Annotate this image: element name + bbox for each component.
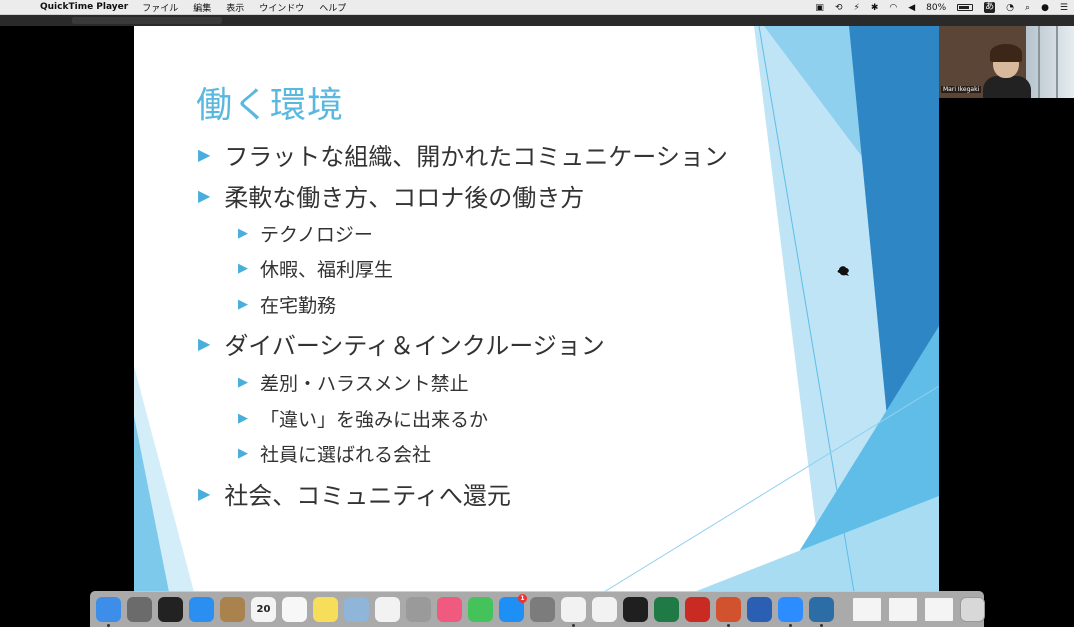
participant-video[interactable]: Mari Ikegaki (939, 26, 1074, 98)
dock: 20 1 (90, 591, 985, 627)
recent-window-1[interactable] (852, 596, 882, 622)
mission-control-icon[interactable] (158, 596, 183, 622)
bullet-triangle-icon: ▶ (238, 297, 248, 312)
calendar-date: 20 (256, 603, 271, 615)
power-icon[interactable]: ⚡ (853, 3, 859, 13)
photos-icon[interactable] (375, 596, 400, 622)
bullet-triangle-icon: ▶ (198, 186, 211, 205)
bullet-text: 在宅勤務 (260, 295, 337, 317)
sub-bullet-item: ▶ テクノロジー (238, 220, 373, 247)
bullet-text: 「違い」を強みに出来るか (260, 409, 489, 431)
finder-icon[interactable] (96, 596, 121, 627)
bluetooth-icon[interactable]: ✱ (871, 3, 879, 13)
word-icon[interactable] (747, 596, 772, 622)
background-window (1026, 26, 1074, 98)
bullet-item: ▶ フラットな組織、開かれたコミュニケーション (198, 137, 728, 172)
screenshot-icon[interactable] (406, 596, 431, 622)
running-indicator (572, 623, 575, 627)
volume-icon[interactable]: ◀ (908, 3, 915, 13)
menu-edit[interactable]: 編集 (193, 1, 211, 14)
sub-bullet-item: ▶ 社員に選ばれる会社 (238, 440, 431, 467)
sub-bullet-item: ▶ 休暇、福利厚生 (238, 255, 393, 282)
quicktime-icon[interactable] (809, 596, 834, 627)
preview-icon[interactable] (344, 596, 369, 622)
notification-center-icon[interactable]: ☰ (1060, 3, 1068, 13)
clock-icon[interactable]: ◔ (1006, 3, 1014, 13)
battery-percent[interactable]: 80% (926, 3, 946, 13)
bullet-text: 柔軟な働き方、コロナ後の働き方 (224, 184, 585, 212)
recent-window-3[interactable] (924, 596, 954, 622)
siri-icon[interactable]: ● (1041, 3, 1049, 13)
slide-title: 働く環境 (196, 85, 345, 126)
textedit-icon[interactable] (592, 596, 617, 622)
recent-window-2[interactable] (888, 596, 918, 622)
participant-hair (990, 44, 1022, 62)
bullet-item: ▶ 社会、コミュニティへ還元 (198, 476, 511, 511)
time-machine-icon[interactable]: ⟲ (835, 3, 843, 13)
status-menus: ▣ ⟲ ⚡ ✱ ◠ ◀ 80% あ ◔ ⌕ ● ☰ (815, 0, 1068, 15)
bullet-text: 差別・ハラスメント禁止 (260, 373, 469, 395)
bullet-item: ▶ ダイバーシティ＆インクルージョン (198, 326, 605, 361)
reminders-icon[interactable] (282, 596, 307, 622)
bullet-triangle-icon: ▶ (238, 261, 248, 276)
menu-file[interactable]: ファイル (142, 1, 178, 14)
system-preferences-icon[interactable] (530, 596, 555, 622)
bullet-triangle-icon: ▶ (238, 446, 248, 461)
bullet-triangle-icon: ▶ (238, 226, 248, 241)
battery-icon[interactable] (957, 4, 974, 11)
bullet-text: テクノロジー (260, 224, 373, 246)
notification-badge: 1 (518, 593, 527, 603)
bullet-text: ダイバーシティ＆インクルージョン (224, 332, 605, 360)
bullet-item: ▶ 柔軟な働き方、コロナ後の働き方 (198, 178, 584, 213)
contacts-icon[interactable] (220, 596, 245, 622)
running-indicator (107, 623, 110, 627)
mouse-cursor-icon (837, 266, 849, 276)
app-menu[interactable]: QuickTime Player (40, 2, 128, 12)
window-toolbar (0, 15, 1074, 26)
powerpoint-icon[interactable] (716, 596, 741, 627)
menu-view[interactable]: 表示 (226, 1, 244, 14)
app-store-icon[interactable]: 1 (499, 593, 527, 622)
trash-icon[interactable] (960, 596, 985, 622)
window-tab[interactable] (72, 17, 222, 24)
participant-name: Mari Ikegaki (941, 86, 982, 93)
zoom-icon[interactable] (778, 596, 803, 627)
input-method-icon[interactable]: あ (984, 2, 996, 13)
sub-bullet-item: ▶ 差別・ハラスメント禁止 (238, 369, 469, 396)
safari-icon[interactable] (189, 596, 214, 622)
bullet-triangle-icon: ▶ (198, 484, 211, 503)
running-indicator (789, 623, 792, 627)
terminal-icon[interactable] (623, 596, 648, 622)
chrome-icon[interactable] (561, 596, 586, 627)
bullet-triangle-icon: ▶ (238, 375, 248, 390)
running-indicator (727, 623, 730, 627)
bullet-triangle-icon: ▶ (198, 334, 211, 353)
bullet-triangle-icon: ▶ (238, 411, 248, 426)
music-icon[interactable] (437, 596, 462, 622)
menu-help[interactable]: ヘルプ (319, 1, 346, 14)
launchpad-icon[interactable] (127, 596, 152, 622)
bullet-triangle-icon: ▶ (198, 145, 211, 164)
acrobat-icon[interactable] (685, 596, 710, 622)
running-indicator (820, 623, 823, 627)
calendar-icon[interactable]: 20 (251, 596, 276, 622)
participant-body (983, 76, 1031, 98)
sub-bullet-item: ▶ 在宅勤務 (238, 291, 336, 318)
sub-bullet-item: ▶ 「違い」を強みに出来るか (238, 405, 488, 432)
notes-icon[interactable] (313, 596, 338, 622)
presentation-slide: 働く環境 ▶ フラットな組織、開かれたコミュニケーション ▶ 柔軟な働き方、コロ… (134, 26, 939, 592)
menu-window[interactable]: ウインドウ (259, 1, 304, 14)
wifi-icon[interactable]: ◠ (889, 3, 897, 13)
search-icon[interactable]: ⌕ (1025, 3, 1030, 13)
facetime-icon[interactable] (468, 596, 493, 622)
bullet-text: 社会、コミュニティへ還元 (224, 482, 511, 510)
bullet-text: フラットな組織、開かれたコミュニケーション (224, 143, 728, 171)
bullet-text: 社員に選ばれる会社 (260, 444, 432, 466)
bullet-text: 休暇、福利厚生 (260, 259, 394, 281)
excel-icon[interactable] (654, 596, 679, 622)
zoom-status-icon[interactable]: ▣ (815, 3, 824, 13)
menu-bar: QuickTime Player ファイル 編集 表示 ウインドウ ヘルプ ▣ … (0, 0, 1074, 15)
